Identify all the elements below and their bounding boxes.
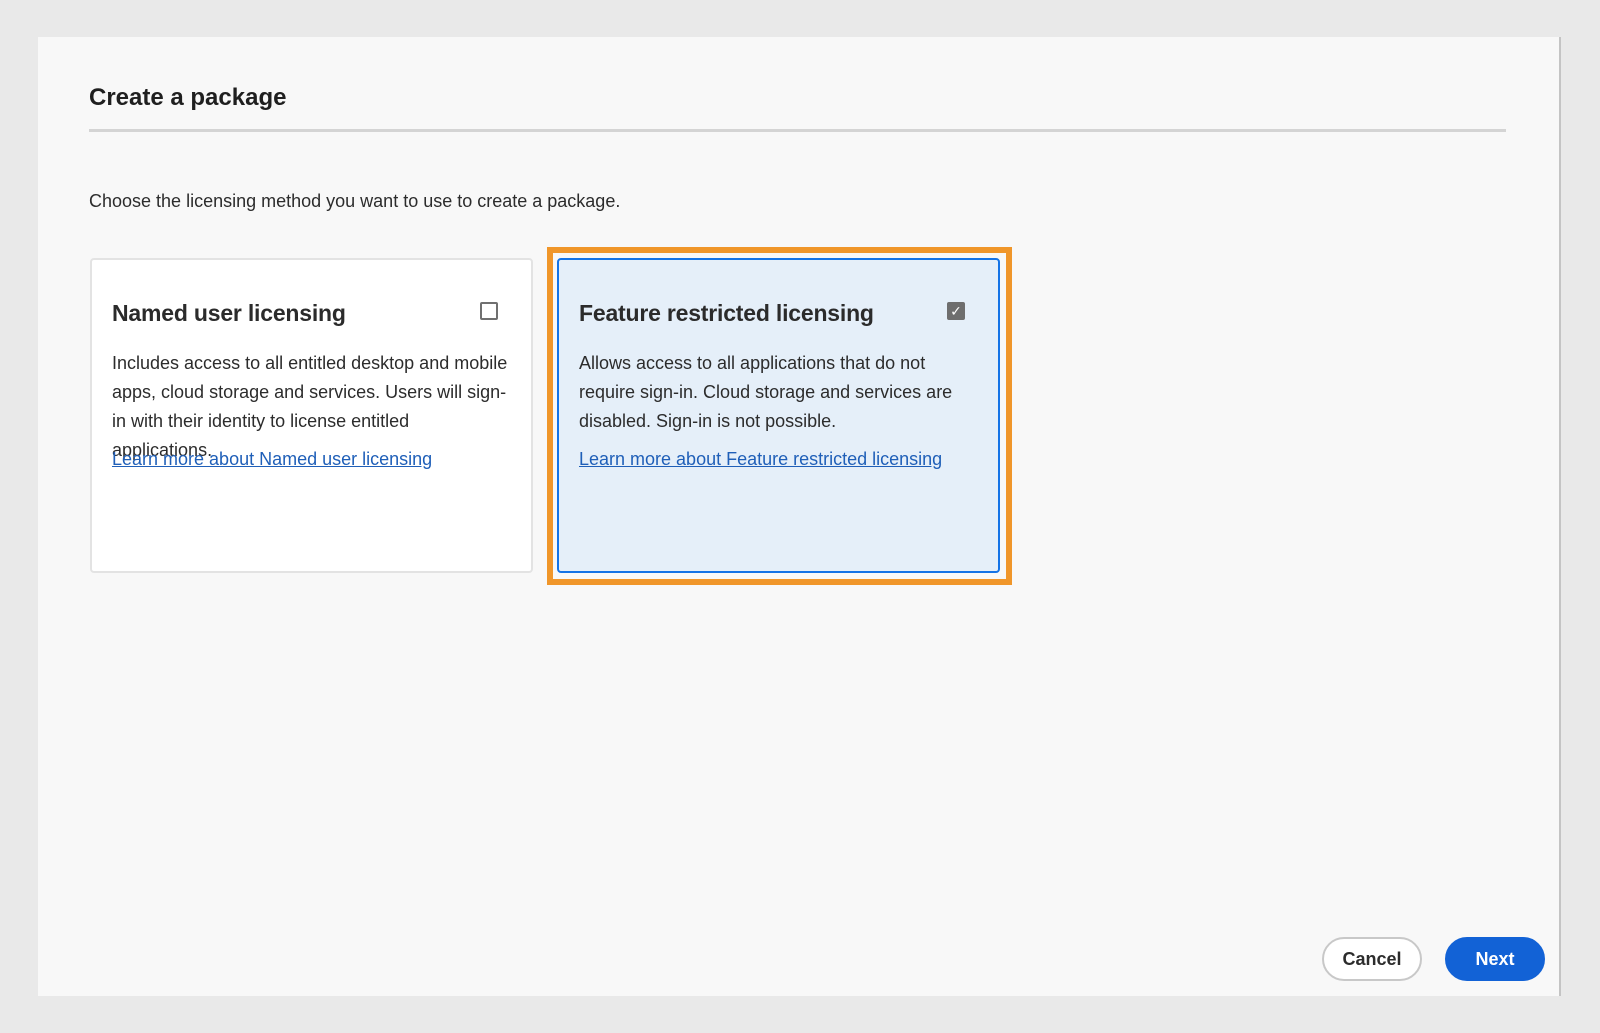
- feature-restricted-licensing-checkbox[interactable]: ✓: [947, 302, 965, 320]
- card-title: Feature restricted licensing: [579, 300, 874, 326]
- learn-more-feature-restricted-link[interactable]: Learn more about Feature restricted lice…: [579, 447, 942, 471]
- feature-restricted-licensing-card[interactable]: Feature restricted licensing ✓ Allows ac…: [557, 258, 1000, 573]
- create-package-dialog: Create a package Choose the licensing me…: [38, 37, 1561, 996]
- named-user-licensing-checkbox[interactable]: [480, 302, 498, 320]
- next-button[interactable]: Next: [1445, 937, 1545, 981]
- instructions-text: Choose the licensing method you want to …: [89, 191, 621, 211]
- dialog-title: Create a package: [89, 84, 287, 111]
- learn-more-named-user-link[interactable]: Learn more about Named user licensing: [112, 447, 432, 471]
- cancel-button[interactable]: Cancel: [1322, 937, 1422, 981]
- checkmark-icon: ✓: [950, 303, 962, 319]
- title-divider: [89, 129, 1506, 132]
- named-user-licensing-card[interactable]: Named user licensing Includes access to …: [90, 258, 533, 573]
- card-description: Allows access to all applications that d…: [579, 353, 953, 431]
- card-title: Named user licensing: [112, 300, 346, 326]
